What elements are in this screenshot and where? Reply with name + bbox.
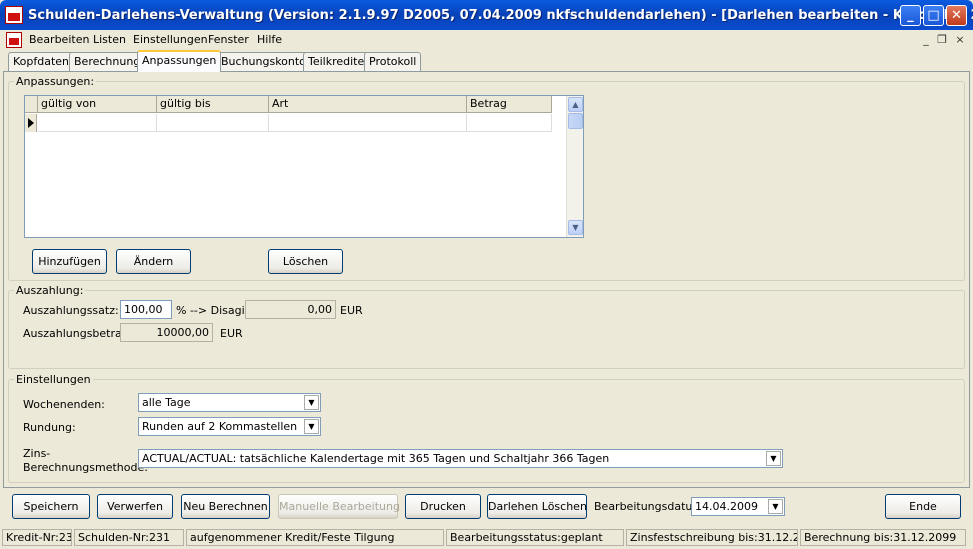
bearbeitungsdatum-picker[interactable]: 14.04.2009 ▼: [691, 497, 785, 516]
rundung-value: Runden auf 2 Kommastellen: [142, 420, 298, 433]
auszahlungsbetrag-field: 10000,00: [120, 323, 213, 342]
table-cell[interactable]: [269, 114, 467, 132]
column-header-gueltig-von[interactable]: gültig von: [38, 96, 157, 113]
dropdown-arrow-icon[interactable]: ▼: [766, 451, 781, 466]
disagio-field: 0,00: [245, 300, 336, 319]
table-cell[interactable]: [467, 114, 552, 132]
darlehen-loeschen-button[interactable]: Darlehen Löschen: [487, 494, 587, 519]
einstellungen-group-label: Einstellungen: [14, 373, 93, 386]
status-kreditart: aufgenommener Kredit/Feste Tilgung: [186, 529, 444, 546]
mdi-close-button[interactable]: ×: [952, 33, 968, 47]
vertical-scrollbar[interactable]: ▲ ▼: [566, 96, 583, 237]
wochenenden-select[interactable]: alle Tage ▼: [138, 393, 321, 412]
tab-berechnung[interactable]: Berechnung: [69, 52, 146, 71]
column-header-art[interactable]: Art: [269, 96, 467, 113]
dropdown-arrow-icon[interactable]: ▼: [304, 419, 319, 434]
zins-label-line1: Zins-: [23, 447, 51, 460]
menu-einstellungen[interactable]: Einstellungen: [133, 33, 208, 46]
auszahlungssatz-input[interactable]: 100,00: [120, 300, 172, 319]
menu-fenster[interactable]: Fenster: [208, 33, 249, 46]
aendern-button[interactable]: Ändern: [116, 249, 191, 274]
auszahlungssatz-label: Auszahlungssatz:: [23, 304, 119, 317]
tab-anpassungen[interactable]: Anpassungen: [137, 50, 222, 72]
window-title: Schulden-Darlehens-Verwaltung (Version: …: [28, 8, 973, 23]
app-icon[interactable]: [5, 6, 23, 24]
rundung-select[interactable]: Runden auf 2 Kommastellen ▼: [138, 417, 321, 436]
column-header-betrag[interactable]: Betrag: [467, 96, 552, 113]
status-bearbeitungsstatus: Bearbeitungsstatus:geplant: [446, 529, 624, 546]
scroll-thumb[interactable]: [568, 113, 583, 129]
ende-button[interactable]: Ende: [885, 494, 961, 519]
auszahlung-group-label: Auszahlung:: [14, 284, 86, 297]
tab-teilkredite[interactable]: Teilkredite: [303, 52, 370, 71]
drucken-button[interactable]: Drucken: [405, 494, 481, 519]
status-bar: Kredit-Nr:231 Schulden-Nr:231 aufgenomme…: [0, 526, 973, 549]
anpassungen-table[interactable]: gültig von gültig bis Art Betrag ▲ ▼: [24, 95, 584, 238]
maximize-button[interactable]: □: [923, 5, 944, 26]
bearbeitungsdatum-value: 14.04.2009: [695, 500, 758, 513]
status-zinsfestschreibung: Zinsfestschreibung bis:31.12.2099: [626, 529, 798, 546]
dropdown-arrow-icon[interactable]: ▼: [304, 395, 319, 410]
wochenenden-label: Wochenenden:: [23, 398, 105, 411]
wochenenden-value: alle Tage: [142, 396, 191, 409]
hinzufuegen-button[interactable]: Hinzufügen: [32, 249, 107, 274]
speichern-button[interactable]: Speichern: [12, 494, 90, 519]
loeschen-button[interactable]: Löschen: [268, 249, 343, 274]
dropdown-arrow-icon[interactable]: ▼: [768, 499, 783, 514]
mdi-minimize-button[interactable]: _: [918, 33, 934, 47]
verwerfen-button[interactable]: Verwerfen: [97, 494, 173, 519]
disagio-currency: EUR: [340, 304, 363, 317]
tab-protokoll[interactable]: Protokoll: [364, 52, 422, 71]
menu-listen[interactable]: Listen: [93, 33, 126, 46]
menu-bearbeiten[interactable]: Bearbeiten: [29, 33, 89, 46]
scroll-up-icon[interactable]: ▲: [568, 97, 583, 112]
status-kredit-nr: Kredit-Nr:231: [2, 529, 72, 546]
rundung-label: Rundung:: [23, 421, 76, 434]
tab-kopfdaten[interactable]: Kopfdaten: [8, 52, 75, 71]
neu-berechnen-button[interactable]: Neu Berechnen: [181, 494, 270, 519]
status-berechnung-bis: Berechnung bis:31.12.2099: [800, 529, 966, 546]
menu-hilfe[interactable]: Hilfe: [257, 33, 282, 46]
zinsberechnungsmethode-select[interactable]: ACTUAL/ACTUAL: tatsächliche Kalendertage…: [138, 449, 783, 468]
minimize-button[interactable]: _: [900, 5, 921, 26]
table-cell[interactable]: [38, 114, 157, 132]
table-cell[interactable]: [157, 114, 269, 132]
document-icon[interactable]: [6, 32, 22, 48]
auszahlungsbetrag-currency: EUR: [220, 327, 243, 340]
mdi-restore-button[interactable]: ❐: [934, 33, 950, 47]
auszahlungsbetrag-label: Auszahlungsbetrag:: [23, 327, 133, 340]
manuelle-bearbeitung-button[interactable]: Manuelle Bearbeitung: [278, 494, 400, 519]
bearbeitungsdatum-label: Bearbeitungsdatum:: [594, 500, 707, 513]
scroll-down-icon[interactable]: ▼: [568, 220, 583, 235]
table-corner: [25, 96, 38, 113]
tab-buchungskonto[interactable]: Buchungskonto: [216, 52, 311, 71]
status-schulden-nr: Schulden-Nr:231: [74, 529, 184, 546]
menu-bar: Bearbeiten Listen Einstellungen Fenster …: [0, 30, 973, 50]
row-indicator-icon: [25, 114, 37, 132]
close-button[interactable]: ✕: [946, 5, 967, 26]
anpassungen-group-label: Anpassungen:: [14, 75, 97, 88]
zinsberechnungsmethode-value: ACTUAL/ACTUAL: tatsächliche Kalendertage…: [142, 452, 610, 465]
title-bar[interactable]: Schulden-Darlehens-Verwaltung (Version: …: [0, 0, 973, 30]
zins-label-line2: Berechnungsmethode:: [23, 461, 148, 474]
disagio-label: % --> Disagio:: [176, 304, 256, 317]
column-header-gueltig-bis[interactable]: gültig bis: [157, 96, 269, 113]
